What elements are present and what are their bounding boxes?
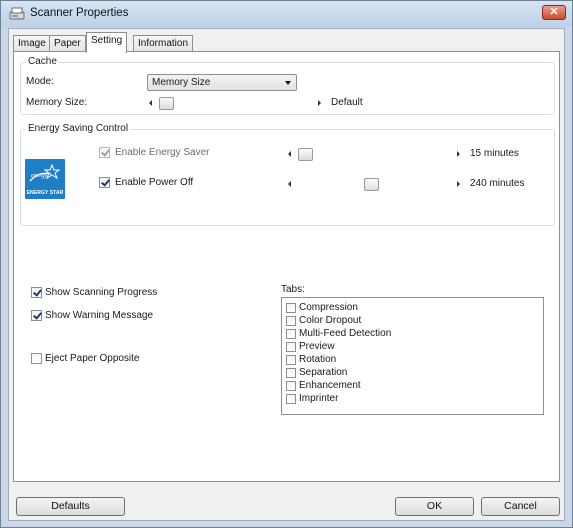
power-off-slider[interactable] [286, 178, 462, 191]
energy-group-title: Energy Saving Control [26, 123, 131, 134]
energy-saver-slider[interactable] [286, 148, 462, 161]
show-scanning-progress-checkbox[interactable] [31, 287, 42, 298]
memory-size-label: Memory Size: [26, 97, 88, 108]
separation-checkbox[interactable] [286, 368, 296, 378]
slider-left-arrow-icon[interactable] [149, 100, 152, 106]
tab-setting[interactable]: Setting [86, 32, 128, 53]
window-title: Scanner Properties [30, 7, 129, 19]
cache-group: Cache Mode: Memory Size Memory Size: Def… [20, 56, 555, 115]
list-item-label: Compression [299, 302, 358, 313]
slider-right-arrow-icon[interactable] [457, 181, 460, 187]
power-off-slider-thumb[interactable] [364, 178, 379, 191]
title-bar[interactable]: Scanner Properties ✕ [1, 1, 572, 27]
power-off-value: 240 minutes [470, 178, 525, 189]
multi-feed-detection-checkbox[interactable] [286, 329, 296, 339]
energy-saver-slider-thumb[interactable] [298, 148, 313, 161]
scanner-icon [9, 7, 25, 20]
ok-button[interactable]: OK [395, 497, 474, 516]
dialog-client: Image Paper Setting Information Cache Mo… [8, 28, 565, 521]
mode-value: Memory Size [152, 77, 211, 88]
tabs-list-label: Tabs: [281, 284, 305, 295]
svg-text:energy: energy [31, 173, 47, 179]
chevron-down-icon [285, 81, 291, 85]
list-item-label: Rotation [299, 354, 337, 365]
enable-energy-saver-checkbox[interactable] [99, 147, 110, 158]
energy-star-logo: energy ENERGY STAR [25, 159, 65, 199]
slider-left-arrow-icon[interactable] [288, 151, 291, 157]
eject-paper-opposite-checkbox[interactable] [31, 353, 42, 364]
scanner-properties-window: Scanner Properties ✕ Image Paper Setting… [0, 0, 573, 528]
enable-power-off-label: Enable Power Off [115, 177, 194, 188]
close-icon: ✕ [549, 6, 559, 18]
slider-right-arrow-icon[interactable] [457, 151, 460, 157]
memory-size-slider[interactable] [147, 97, 323, 110]
list-item-label: Separation [299, 367, 348, 378]
list-item-label: Preview [299, 341, 335, 352]
mode-label: Mode: [26, 76, 54, 87]
tabs-listbox[interactable]: Compression Color Dropout Multi-Feed Det… [281, 297, 544, 415]
memory-size-slider-thumb[interactable] [159, 97, 174, 110]
slider-left-arrow-icon[interactable] [288, 181, 291, 187]
tab-paper[interactable]: Paper [49, 35, 86, 52]
energy-saver-value: 15 minutes [470, 148, 519, 159]
eject-paper-opposite-label: Eject Paper Opposite [45, 353, 140, 364]
mode-dropdown[interactable]: Memory Size [147, 74, 297, 91]
show-warning-message-label: Show Warning Message [45, 310, 154, 321]
rotation-checkbox[interactable] [286, 355, 296, 365]
memory-size-value: Default [331, 97, 363, 108]
setting-panel: Cache Mode: Memory Size Memory Size: Def… [13, 51, 560, 482]
enhancement-checkbox[interactable] [286, 381, 296, 391]
list-item-label: Multi-Feed Detection [299, 328, 392, 339]
slider-right-arrow-icon[interactable] [318, 100, 321, 106]
cache-group-title: Cache [26, 56, 59, 67]
show-scanning-progress-label: Show Scanning Progress [45, 287, 158, 298]
tab-image[interactable]: Image [13, 35, 51, 52]
compression-checkbox[interactable] [286, 303, 296, 313]
energy-star-icon: energy [29, 163, 61, 182]
list-item-label: Color Dropout [299, 315, 362, 326]
enable-energy-saver-label: Enable Energy Saver [115, 147, 210, 158]
color-dropout-checkbox[interactable] [286, 316, 296, 326]
list-item-label: Imprinter [299, 393, 339, 404]
energy-star-text: ENERGY STAR [26, 190, 64, 196]
enable-power-off-checkbox[interactable] [99, 177, 110, 188]
preview-checkbox[interactable] [286, 342, 296, 352]
list-item-label: Enhancement [299, 380, 361, 391]
close-button[interactable]: ✕ [542, 5, 566, 20]
cancel-button[interactable]: Cancel [481, 497, 560, 516]
imprinter-checkbox[interactable] [286, 394, 296, 404]
show-warning-message-checkbox[interactable] [31, 310, 42, 321]
energy-saving-group: Energy Saving Control energy ENERGY STAR… [20, 123, 555, 226]
tab-information[interactable]: Information [133, 35, 194, 52]
defaults-button[interactable]: Defaults [16, 497, 125, 516]
